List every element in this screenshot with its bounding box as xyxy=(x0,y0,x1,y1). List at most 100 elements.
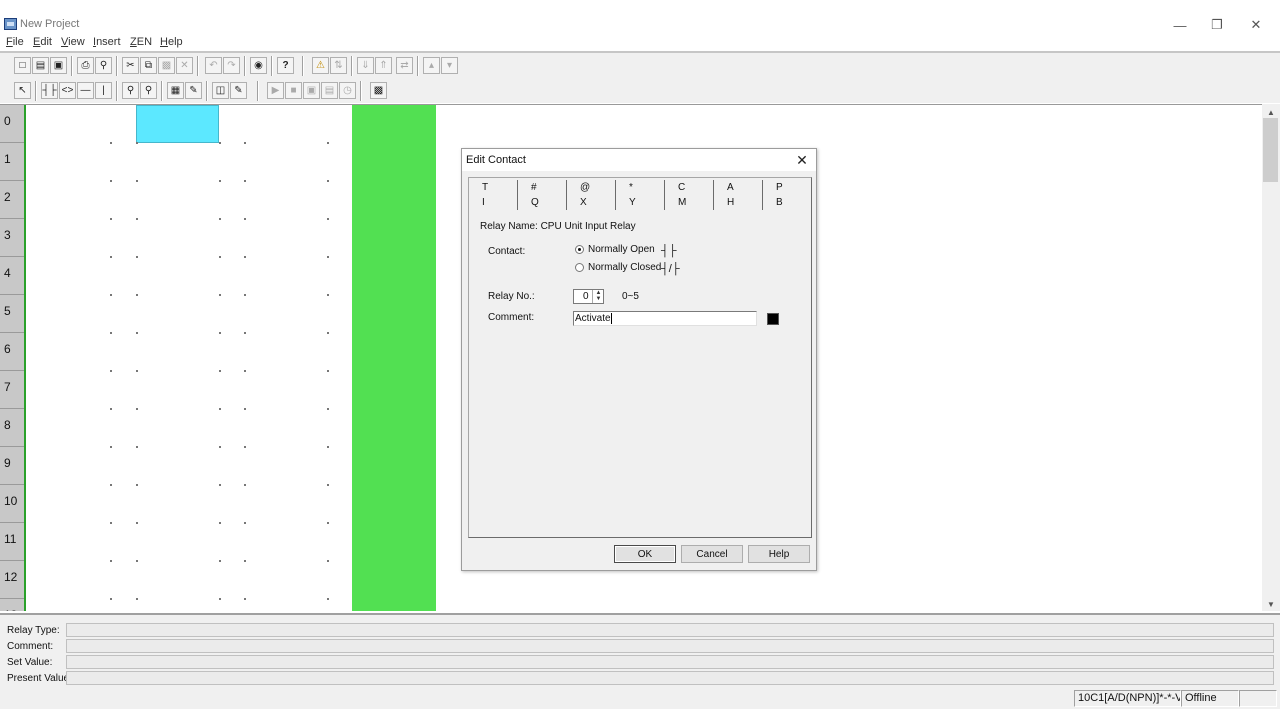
online-icon[interactable]: ▴ xyxy=(423,57,440,74)
monitor-icon[interactable]: ▣ xyxy=(303,82,320,99)
grid-dot xyxy=(327,484,329,486)
scroll-up-arrow[interactable]: ▲ xyxy=(1262,105,1280,119)
help-button[interactable]: Help xyxy=(748,545,810,563)
menu-file[interactable]: File xyxy=(6,36,24,48)
cut-icon[interactable]: ✂ xyxy=(122,57,139,74)
menu-edit[interactable]: Edit xyxy=(33,36,52,48)
comment-input-value[interactable]: Activate xyxy=(575,313,612,324)
run-icon[interactable]: ▶ xyxy=(267,82,284,99)
grid-dot xyxy=(244,294,246,296)
close-window-button[interactable]: ✕ xyxy=(1236,14,1276,36)
spinner-arrows-icon[interactable]: ▲ ▼ xyxy=(592,290,604,303)
status-model: 10C1[A/D(NPN)]*-*-V1 xyxy=(1074,690,1181,707)
download-program-icon[interactable]: ⇓ xyxy=(357,57,374,74)
warning-check-icon[interactable]: ⚠ xyxy=(312,57,329,74)
tab-content-panel: Relay Name: CPU Unit Input Relay Contact… xyxy=(468,177,812,538)
offline-icon[interactable]: ▾ xyxy=(441,57,458,74)
ok-button[interactable]: OK xyxy=(614,545,676,563)
relay-type-label: Relay Type: xyxy=(7,625,60,636)
horizontal-line-icon[interactable]: — xyxy=(77,82,94,99)
menu-insert[interactable]: Insert xyxy=(93,36,121,48)
scroll-thumb[interactable] xyxy=(1263,118,1278,182)
grid-dot xyxy=(244,142,246,144)
comment-input[interactable]: Activate xyxy=(573,311,757,326)
clock-icon[interactable]: ◷ xyxy=(339,82,356,99)
row-number: 0 xyxy=(0,105,24,143)
coil-icon[interactable]: <> xyxy=(59,82,76,99)
edit-properties-icon[interactable]: ✎ xyxy=(230,82,247,99)
zoom-in-icon[interactable]: ⚲ xyxy=(140,82,157,99)
save-icon[interactable]: ▣ xyxy=(50,57,67,74)
simulation-icon[interactable]: ▩ xyxy=(370,82,387,99)
grid-dot xyxy=(327,256,329,258)
normally-closed-radio[interactable] xyxy=(575,263,584,272)
status-mode: Offline xyxy=(1181,690,1239,707)
find-binoculars-icon[interactable]: ◉ xyxy=(250,57,267,74)
open-folder-icon[interactable]: ▤ xyxy=(32,57,49,74)
status-blank xyxy=(1239,690,1277,707)
restore-button[interactable]: ❐ xyxy=(1197,14,1237,36)
row-number: 1 xyxy=(0,143,24,181)
normally-open-radio[interactable] xyxy=(575,245,584,254)
grid-dot xyxy=(327,218,329,220)
grid-dot xyxy=(110,408,112,410)
set-value-label: Set Value: xyxy=(7,657,53,668)
cancel-button[interactable]: Cancel xyxy=(681,545,743,563)
stop-icon[interactable]: ■ xyxy=(285,82,302,99)
minimize-button[interactable]: — xyxy=(1160,14,1200,36)
comment-display-icon[interactable]: ✎ xyxy=(185,82,202,99)
grid-dot xyxy=(110,598,112,600)
selected-cell-cursor[interactable] xyxy=(136,105,219,143)
grid-dot xyxy=(136,560,138,562)
grid-dot xyxy=(327,408,329,410)
copy-icon[interactable]: ⧉ xyxy=(140,57,157,74)
menu-help[interactable]: Help xyxy=(160,36,183,48)
grid-dot xyxy=(136,256,138,258)
toolbar-separator xyxy=(351,56,353,76)
toolbar-separator xyxy=(161,81,163,101)
dialog-title: Edit Contact xyxy=(466,154,526,166)
transfer-icon[interactable]: ⇅ xyxy=(330,57,347,74)
grid-dot xyxy=(219,180,221,182)
print-icon[interactable]: ⎙ xyxy=(77,57,94,74)
upload-program-icon[interactable]: ⇑ xyxy=(375,57,392,74)
comment-color-swatch[interactable] xyxy=(767,313,779,325)
grid-dot xyxy=(136,294,138,296)
grid-icon[interactable]: ▦ xyxy=(167,82,184,99)
status-bar: 10C1[A/D(NPN)]*-*-V1 Offline xyxy=(0,689,1280,709)
print-preview-icon[interactable]: ⚲ xyxy=(95,57,112,74)
delete-icon[interactable]: ✕ xyxy=(176,57,193,74)
menu-zen[interactable]: ZEN xyxy=(130,36,152,48)
grid-dot xyxy=(219,256,221,258)
properties-icon[interactable]: ◫ xyxy=(212,82,229,99)
grid-dot xyxy=(244,218,246,220)
relay-no-spinner[interactable]: 0 ▲ ▼ xyxy=(573,289,604,304)
grid-dot xyxy=(327,370,329,372)
paste-icon[interactable]: ▩ xyxy=(158,57,175,74)
menu-view[interactable]: View xyxy=(61,36,85,48)
compare-icon[interactable]: ⇄ xyxy=(396,57,413,74)
row-number: 11 xyxy=(0,523,24,561)
relay-no-value[interactable]: 0 xyxy=(583,291,589,302)
normally-open-symbol-icon: ┤├ xyxy=(661,245,677,257)
grid-dot xyxy=(244,180,246,182)
dialog-close-icon[interactable]: ✕ xyxy=(792,150,812,170)
grid-dot xyxy=(327,142,329,144)
undo-icon[interactable]: ↶ xyxy=(205,57,222,74)
new-file-icon[interactable]: □ xyxy=(14,57,31,74)
zoom-out-icon[interactable]: ⚲ xyxy=(122,82,139,99)
grid-dot xyxy=(327,332,329,334)
grid-dot xyxy=(327,180,329,182)
scroll-down-arrow[interactable]: ▼ xyxy=(1262,597,1280,611)
grid-dot xyxy=(219,370,221,372)
window-title: New Project xyxy=(20,18,80,30)
select-pointer-icon[interactable]: ↖ xyxy=(14,82,31,99)
io-monitor-icon[interactable]: ▤ xyxy=(321,82,338,99)
grid-dot xyxy=(327,522,329,524)
help-question-icon[interactable]: ? xyxy=(277,57,294,74)
grid-dot xyxy=(136,408,138,410)
redo-icon[interactable]: ↷ xyxy=(223,57,240,74)
vertical-line-icon[interactable]: | xyxy=(95,82,112,99)
contact-icon[interactable]: ┤├ xyxy=(41,82,58,99)
standard-toolbar: □ ▤ ▣ ⎙ ⚲ ✂ ⧉ ▩ ✕ ↶ ↷ ◉ ? ⚠ ⇅ ⇓ ⇑ ⇄ ▴ ▾ xyxy=(0,53,1280,79)
